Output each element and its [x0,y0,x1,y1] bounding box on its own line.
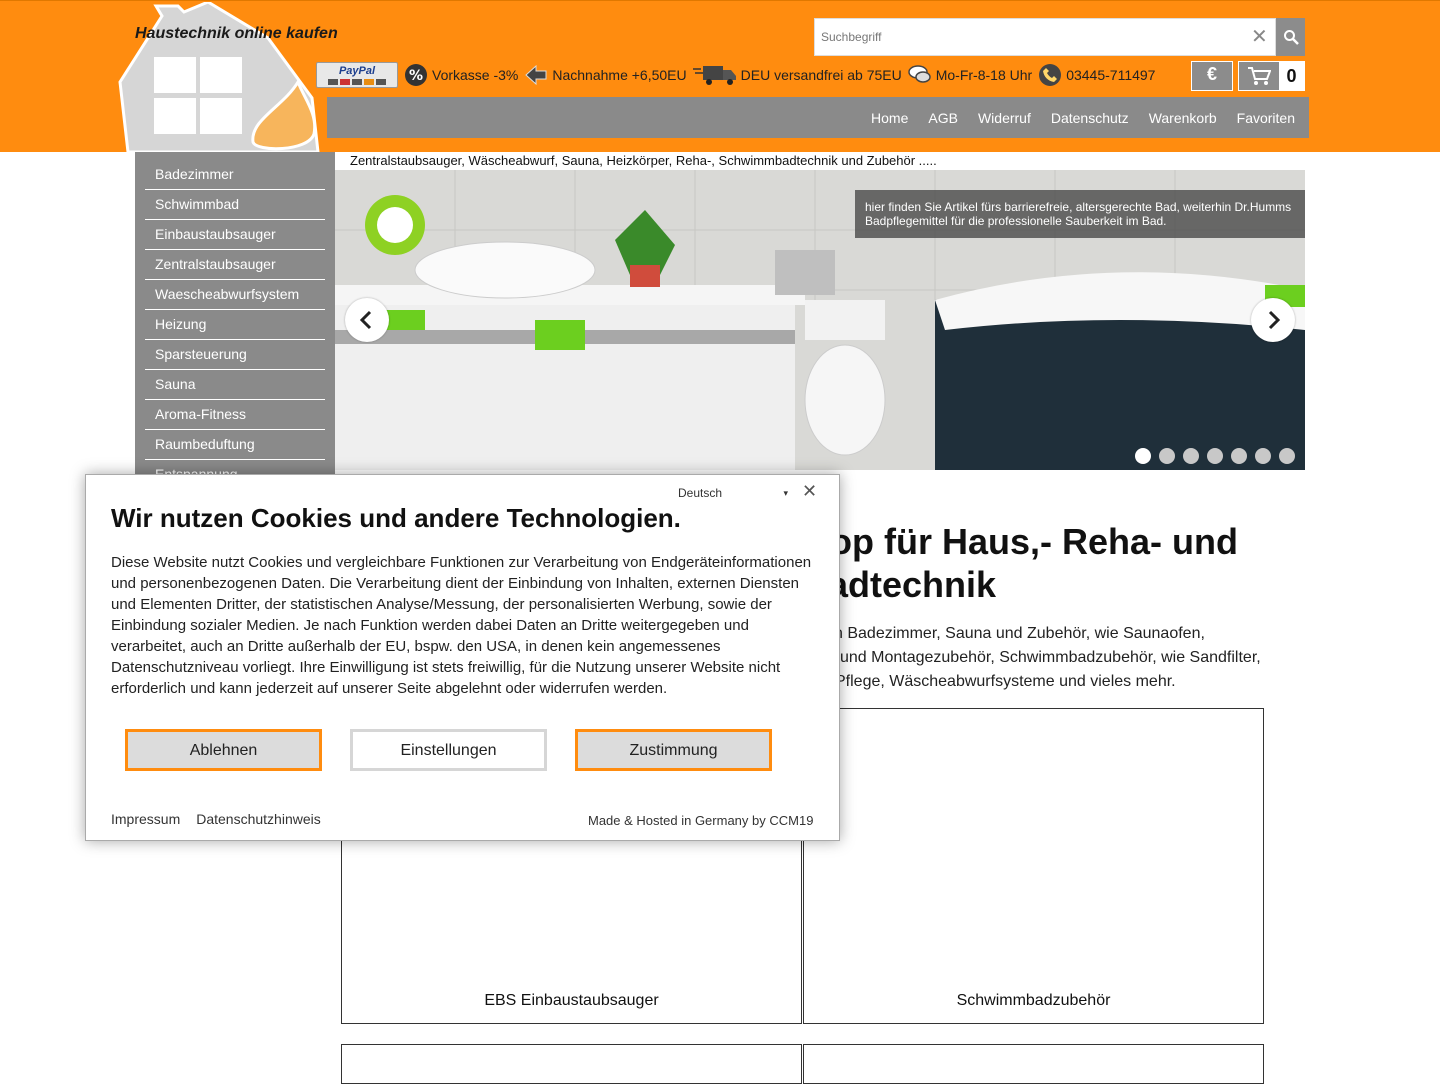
slider-dot-3[interactable] [1183,448,1199,464]
cod-text: Nachnahme +6,50EU [552,67,687,83]
slider-dot-5[interactable] [1231,448,1247,464]
impressum-link[interactable]: Impressum [111,811,180,827]
nav-favoriten[interactable]: Favoriten [1237,110,1295,126]
cookie-description: Diese Website nutzt Cookies und vergleic… [111,554,812,697]
privacy-link[interactable]: Datenschutzhinweis [196,811,321,827]
category-sidebar: Badezimmer Schwimmbad Einbaustaubsauger … [135,152,335,482]
accept-button[interactable]: Zustimmung [575,729,772,771]
made-by-text[interactable]: Made & Hosted in Germany by CCM19 [588,813,813,828]
product-title[interactable]: Schwimmbadzubehör [804,992,1263,1010]
language-value: Deutsch [678,486,723,500]
shop-info-strip: PayPal % Vorkasse -3% Nachnahme +6,50EU … [316,60,1155,90]
chevron-right-icon [1268,310,1281,330]
cod-info: Nachnahme +6,50EU [524,63,687,87]
search-box: ✕ [814,18,1276,56]
shipping-info: DEU versandfrei ab 75EU [692,63,902,87]
paypal-label: PayPal [338,64,376,77]
product-card-schwimmbad[interactable]: Schwimmbadzubehör [803,708,1264,1024]
sidebar-item-waescheabwurfsystem[interactable]: Waescheabwurfsystem [145,280,325,310]
currency-button[interactable]: € [1191,61,1233,91]
sidebar-item-sparsteuerung[interactable]: Sparsteuerung [145,340,325,370]
truck-icon [692,66,736,85]
product-card[interactable] [803,1044,1264,1084]
search-button[interactable] [1276,18,1305,56]
arrow-icon [525,64,547,86]
language-select[interactable]: Deutsch ▾ [678,483,788,503]
search-input[interactable] [815,19,1235,55]
slider-dot-6[interactable] [1255,448,1271,464]
top-navigation: Home AGB Widerruf Datenschutz Warenkorb … [327,97,1309,138]
close-icon[interactable]: ✕ [802,481,817,502]
sidebar-item-raumbeduftung[interactable]: Raumbeduftung [145,430,325,460]
sidebar-item-sauna[interactable]: Sauna [145,370,325,400]
speech-icon [907,65,931,83]
prepayment-info: % Vorkasse -3% [404,63,518,87]
search-icon [1283,30,1299,45]
phone-icon [1039,64,1062,86]
reject-button[interactable]: Ablehnen [125,729,322,771]
chevron-left-icon [359,310,372,330]
cart-icon-box [1239,62,1279,90]
clear-icon[interactable]: ✕ [1251,25,1268,49]
nav-widerruf[interactable]: Widerruf [978,110,1031,126]
slider-caption: hier finden Sie Artikel fürs barrierefre… [855,190,1305,238]
percent-icon: % [405,64,427,86]
paypal-logo-icon: PayPal [316,62,398,88]
sidebar-item-aroma-fitness[interactable]: Aroma-Fitness [145,400,325,430]
cart-count: 0 [1279,62,1304,90]
cookie-title: Wir nutzen Cookies und andere Technologi… [111,503,681,533]
slider-next-button[interactable] [1251,298,1295,342]
shop-tagline: Haustechnik online kaufen [135,25,338,42]
nav-agb[interactable]: AGB [928,110,958,126]
svg-text:%: % [409,68,423,84]
prepayment-text: Vorkasse -3% [432,67,519,83]
settings-button[interactable]: Einstellungen [350,729,547,771]
cart-icon [1248,67,1271,85]
nav-warenkorb[interactable]: Warenkorb [1149,110,1217,126]
sidebar-item-zentralstaubsauger[interactable]: Zentralstaubsauger [145,250,325,280]
sidebar-item-schwimmbad[interactable]: Schwimmbad [145,190,325,220]
hours-info: Mo-Fr-8-18 Uhr [907,63,1033,87]
slider-dot-7[interactable] [1279,448,1295,464]
cart-button[interactable]: 0 [1238,61,1305,91]
sidebar-item-einbaustaubsauger[interactable]: Einbaustaubsauger [145,220,325,250]
phone-number: 03445-711497 [1066,67,1156,83]
cookie-footer-links: Impressum Datenschutzhinweis [111,811,321,827]
slogan-line: Zentralstaubsauger, Wäscheabwurf, Sauna,… [350,153,937,168]
nav-home[interactable]: Home [871,110,908,126]
chevron-down-icon: ▾ [783,487,788,498]
slider-prev-button[interactable] [345,298,389,342]
slider-dot-4[interactable] [1207,448,1223,464]
cookie-consent-dialog: Deutsch ▾ ✕ Wir nutzen Cookies und ander… [85,474,840,841]
nav-datenschutz[interactable]: Datenschutz [1051,110,1129,126]
phone-info: 03445-711497 [1038,63,1155,87]
product-card[interactable] [341,1044,802,1084]
slider-dots [1135,448,1295,464]
sidebar-item-badezimmer[interactable]: Badezimmer [145,160,325,190]
slider-dot-2[interactable] [1159,448,1175,464]
shipping-text: DEU versandfrei ab 75EU [740,67,902,83]
hours-text: Mo-Fr-8-18 Uhr [935,67,1033,83]
slider-dot-1[interactable] [1135,448,1151,464]
sidebar-item-heizung[interactable]: Heizung [145,310,325,340]
product-title[interactable]: EBS Einbaustaubsauger [342,992,801,1010]
